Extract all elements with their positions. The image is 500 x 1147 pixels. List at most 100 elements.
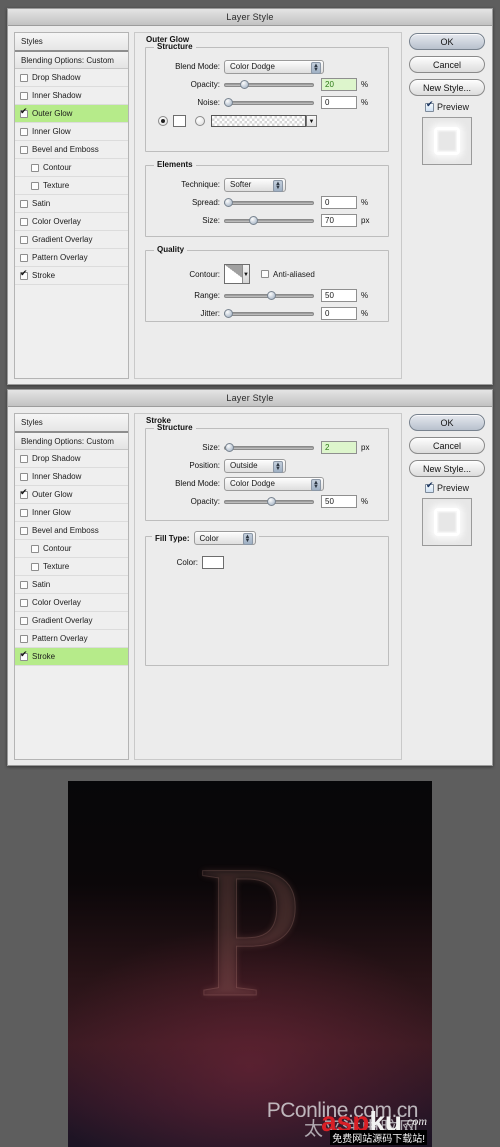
- checkbox-icon[interactable]: [20, 253, 28, 262]
- style-item-drop-shadow[interactable]: Drop Shadow: [15, 450, 128, 468]
- style-item-pattern-overlay[interactable]: Pattern Overlay: [15, 630, 128, 648]
- style-item-pattern-overlay[interactable]: Pattern Overlay: [15, 249, 128, 267]
- checkbox-icon[interactable]: [20, 616, 28, 625]
- style-item-gradient-overlay[interactable]: Gradient Overlay: [15, 612, 128, 630]
- ok-button[interactable]: OK: [409, 33, 485, 50]
- blend-mode-select[interactable]: Color Dodge ▲ ▼: [224, 476, 324, 491]
- style-item-drop-shadow[interactable]: Drop Shadow: [15, 69, 128, 87]
- style-item-inner-shadow[interactable]: Inner Shadow: [15, 87, 128, 105]
- style-item-outer-glow[interactable]: Outer Glow: [15, 486, 128, 504]
- checkbox-checked-icon[interactable]: [20, 650, 28, 661]
- checkbox-icon[interactable]: [20, 73, 28, 82]
- slider-knob[interactable]: [240, 79, 250, 89]
- position-select[interactable]: Outside ▲ ▼: [224, 458, 286, 473]
- cancel-button[interactable]: Cancel: [409, 437, 485, 454]
- stepper-arrows-icon[interactable]: ▲ ▼: [311, 61, 321, 74]
- slider-knob[interactable]: [267, 290, 277, 300]
- style-item-outer-glow[interactable]: Outer Glow: [15, 105, 128, 123]
- checkbox-icon[interactable]: [31, 163, 39, 172]
- opacity-slider[interactable]: [224, 496, 314, 508]
- checkbox-icon[interactable]: [20, 145, 28, 154]
- style-item-inner-shadow[interactable]: Inner Shadow: [15, 468, 128, 486]
- style-item-stroke[interactable]: Stroke: [15, 648, 128, 666]
- fill-type-select[interactable]: Color ▲ ▼: [193, 531, 256, 545]
- style-item-color-overlay[interactable]: Color Overlay: [15, 594, 128, 612]
- slider-knob[interactable]: [224, 442, 234, 452]
- checkbox-icon[interactable]: [20, 508, 28, 517]
- opacity-input[interactable]: 20: [321, 78, 357, 91]
- checkbox-icon[interactable]: [20, 472, 28, 481]
- checkbox-checked-icon[interactable]: [20, 488, 28, 499]
- style-item-texture[interactable]: Texture: [15, 177, 128, 195]
- glow-color-swatch[interactable]: [173, 114, 186, 127]
- size-input[interactable]: 2: [321, 441, 357, 454]
- anti-aliased-checkbox[interactable]: [261, 270, 269, 278]
- noise-slider[interactable]: [224, 97, 314, 109]
- style-item-inner-glow[interactable]: Inner Glow: [15, 123, 128, 141]
- spread-input[interactable]: 0: [321, 196, 357, 209]
- cancel-button[interactable]: Cancel: [409, 56, 485, 73]
- style-item-gradient-overlay[interactable]: Gradient Overlay: [15, 231, 128, 249]
- style-item-contour[interactable]: Contour: [15, 159, 128, 177]
- blend-mode-select[interactable]: Color Dodge ▲ ▼: [224, 59, 324, 74]
- opacity-input[interactable]: 50: [321, 495, 357, 508]
- style-item-contour[interactable]: Contour: [15, 540, 128, 558]
- blending-options-item[interactable]: Blending Options: Custom: [15, 433, 128, 450]
- slider-knob[interactable]: [224, 197, 233, 207]
- styles-header[interactable]: Styles: [15, 33, 128, 52]
- chevron-down-icon[interactable]: ▼: [306, 114, 317, 127]
- styles-header[interactable]: Styles: [15, 414, 128, 433]
- dialog-titlebar[interactable]: Layer Style: [8, 9, 492, 26]
- checkbox-icon[interactable]: [20, 235, 28, 244]
- slider-knob[interactable]: [224, 97, 233, 107]
- new-style-button[interactable]: New Style...: [409, 460, 485, 477]
- checkbox-checked-icon[interactable]: [20, 107, 28, 118]
- checkbox-icon[interactable]: [20, 127, 28, 136]
- range-input[interactable]: 50: [321, 289, 357, 302]
- checkbox-checked-icon[interactable]: [20, 269, 28, 280]
- checkbox-checked-icon[interactable]: [424, 481, 434, 493]
- size-slider[interactable]: [224, 442, 314, 454]
- size-input[interactable]: 70: [321, 214, 357, 227]
- checkbox-icon[interactable]: [20, 526, 28, 535]
- spread-slider[interactable]: [224, 197, 314, 209]
- stroke-color-swatch[interactable]: [202, 556, 224, 569]
- checkbox-checked-icon[interactable]: [424, 100, 434, 112]
- jitter-input[interactable]: 0: [321, 307, 357, 320]
- chevron-down-icon[interactable]: ▼: [242, 265, 249, 283]
- jitter-slider[interactable]: [224, 308, 314, 320]
- checkbox-icon[interactable]: [20, 217, 28, 226]
- style-item-inner-glow[interactable]: Inner Glow: [15, 504, 128, 522]
- preview-toggle[interactable]: Preview: [424, 481, 469, 493]
- style-item-stroke[interactable]: Stroke: [15, 267, 128, 285]
- checkbox-icon[interactable]: [31, 562, 39, 571]
- opacity-slider[interactable]: [224, 79, 314, 91]
- glow-color-radio[interactable]: [158, 115, 168, 126]
- style-item-bevel-and-emboss[interactable]: Bevel and Emboss: [15, 522, 128, 540]
- style-item-satin[interactable]: Satin: [15, 195, 128, 213]
- checkbox-icon[interactable]: [31, 181, 39, 190]
- slider-knob[interactable]: [267, 496, 277, 506]
- blending-options-item[interactable]: Blending Options: Custom: [15, 52, 128, 69]
- style-item-color-overlay[interactable]: Color Overlay: [15, 213, 128, 231]
- glow-gradient-picker[interactable]: ▼: [211, 114, 317, 127]
- glow-gradient-radio[interactable]: [195, 115, 205, 126]
- style-item-bevel-and-emboss[interactable]: Bevel and Emboss: [15, 141, 128, 159]
- slider-knob[interactable]: [249, 215, 259, 225]
- style-item-satin[interactable]: Satin: [15, 576, 128, 594]
- stepper-arrows-icon[interactable]: ▲ ▼: [311, 478, 321, 491]
- checkbox-icon[interactable]: [20, 454, 28, 463]
- contour-preset-picker[interactable]: ▼: [224, 264, 250, 284]
- stepper-arrows-icon[interactable]: ▲ ▼: [242, 533, 253, 545]
- dialog-titlebar[interactable]: Layer Style: [8, 390, 492, 407]
- slider-knob[interactable]: [224, 308, 233, 318]
- size-slider[interactable]: [224, 215, 314, 227]
- checkbox-icon[interactable]: [20, 91, 28, 100]
- checkbox-icon[interactable]: [20, 199, 28, 208]
- preview-toggle[interactable]: Preview: [424, 100, 469, 112]
- range-slider[interactable]: [224, 290, 314, 302]
- ok-button[interactable]: OK: [409, 414, 485, 431]
- technique-select[interactable]: Softer ▲ ▼: [224, 177, 286, 192]
- checkbox-icon[interactable]: [20, 598, 28, 607]
- noise-input[interactable]: 0: [321, 96, 357, 109]
